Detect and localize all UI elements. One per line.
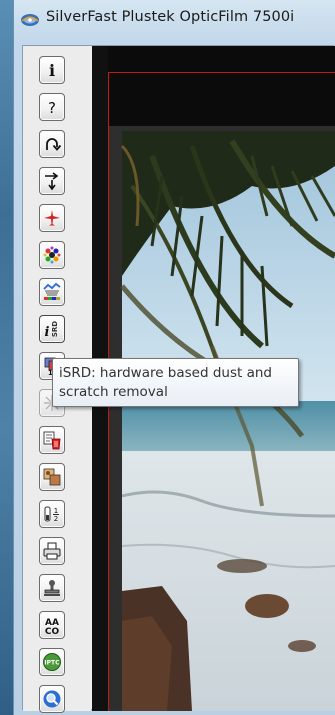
- silverfast-app-icon[interactable]: [20, 10, 40, 30]
- airplane-icon: [44, 210, 60, 226]
- fraction-icon: 1 2: [44, 506, 59, 523]
- info-button[interactable]: i: [39, 56, 65, 84]
- isrd-button[interactable]: i SRD: [39, 315, 65, 343]
- text-button[interactable]: AA CO: [39, 611, 65, 639]
- stamp-icon: [44, 580, 60, 596]
- reset-button[interactable]: [39, 130, 65, 158]
- magnifier-icon: [43, 690, 61, 708]
- scale-button[interactable]: 1 2: [39, 500, 65, 528]
- color-wheel-icon: [43, 246, 61, 264]
- curved-arrow-icon: [46, 138, 62, 151]
- arrows-icon: [45, 172, 59, 191]
- frames-icon: [43, 468, 61, 486]
- batch-button[interactable]: [39, 167, 65, 195]
- stamp-button[interactable]: [39, 574, 65, 602]
- airplane-button[interactable]: [39, 204, 65, 232]
- svg-text:?: ?: [48, 99, 56, 117]
- frames-button[interactable]: [39, 463, 65, 491]
- svg-text:2: 2: [54, 515, 58, 523]
- iptc-button[interactable]: IPTC: [39, 648, 65, 676]
- info-icon: i: [49, 61, 55, 80]
- isrd-icon: i SRD: [45, 321, 59, 339]
- isrd-tooltip: iSRD: hardware based dust and scratch re…: [52, 358, 299, 407]
- help-button[interactable]: ?: [39, 93, 65, 121]
- window-title: SilverFast Plustek OpticFilm 7500i: [46, 9, 295, 25]
- print-button[interactable]: [39, 537, 65, 565]
- tooltip-line-2: scratch removal: [59, 384, 168, 400]
- question-icon: ?: [48, 99, 56, 117]
- histogram-icon: [43, 282, 61, 300]
- svg-text:SRD: SRD: [51, 321, 59, 337]
- iptc-icon: IPTC: [43, 653, 61, 671]
- trash-icon: [43, 431, 61, 450]
- svg-text:i: i: [45, 325, 50, 339]
- svg-text:CO: CO: [45, 627, 60, 635]
- histogram-button[interactable]: [39, 278, 65, 306]
- svg-text:1: 1: [54, 507, 58, 515]
- svg-text:IPTC: IPTC: [44, 660, 60, 667]
- color-button[interactable]: [39, 241, 65, 269]
- svg-text:i: i: [49, 61, 55, 80]
- zoom-button[interactable]: [39, 685, 65, 713]
- tooltip-line-1: iSRD: hardware based dust and: [59, 365, 272, 381]
- desktop-background: [0, 0, 13, 715]
- title-bar[interactable]: SilverFast Plustek OpticFilm 7500i: [14, 0, 335, 40]
- printer-icon: [43, 542, 61, 560]
- delete-button[interactable]: [39, 426, 65, 454]
- aa-icon: AA CO: [45, 618, 60, 635]
